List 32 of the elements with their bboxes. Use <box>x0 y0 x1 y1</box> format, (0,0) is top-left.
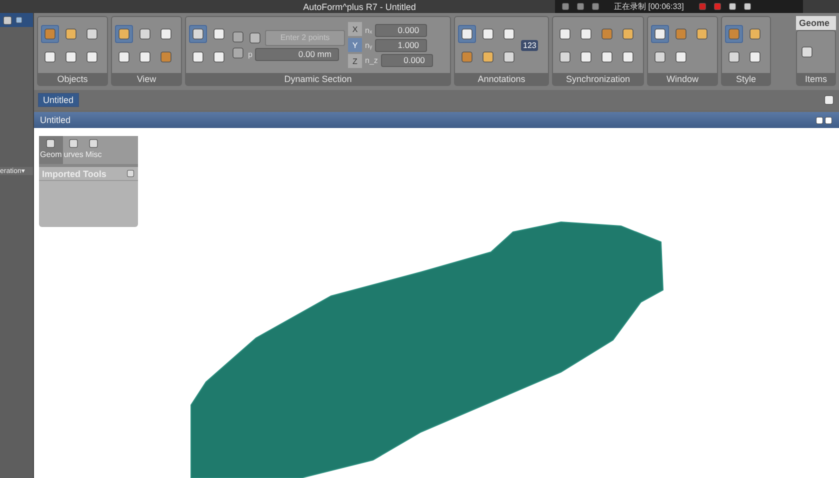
normal-spinbox[interactable]: 0.000 <box>380 54 433 66</box>
panel-tab[interactable]: Misc <box>84 136 103 164</box>
panel-tab[interactable]: urves <box>62 136 84 164</box>
offset-spinbox[interactable]: 0.00 mm <box>255 48 340 60</box>
tool-button[interactable] <box>189 24 207 42</box>
normal-spinbox[interactable]: 0.000 <box>375 24 428 36</box>
normal-label: nᵧ <box>365 40 372 50</box>
normal-label: n_z <box>365 56 378 64</box>
group-label: Dynamic Section <box>186 73 450 85</box>
window-title: AutoForm^plus R7 - Untitled <box>303 2 416 12</box>
normal-spinbox[interactable]: 1.000 <box>375 38 428 52</box>
tool-button[interactable] <box>115 24 133 42</box>
panel-tab[interactable]: Geom <box>39 136 63 164</box>
axis-button[interactable]: X <box>348 22 362 36</box>
recording-status: 正在录制 [00:06:33] <box>614 1 684 12</box>
group-label: Synchronization <box>553 73 643 85</box>
tool-button[interactable] <box>458 24 476 42</box>
axis-button[interactable]: Y <box>348 38 362 52</box>
counter-badge: 123 <box>521 40 538 50</box>
ribbon-tab[interactable]: Geome <box>796 16 836 30</box>
document-tab[interactable]: Untitled <box>38 93 79 107</box>
axis-button[interactable]: Z <box>348 54 362 68</box>
group-label: Items <box>797 73 835 85</box>
view-title: Untitled <box>40 115 72 125</box>
group-label: Window <box>648 73 717 85</box>
tool-button[interactable] <box>651 24 669 42</box>
group-label: View <box>112 73 181 85</box>
group-label: Style <box>722 73 770 85</box>
group-label: Objects <box>38 73 107 85</box>
normal-label: nₓ <box>365 26 372 34</box>
p-label: p <box>248 50 252 58</box>
group-label: Annotations <box>455 73 548 85</box>
